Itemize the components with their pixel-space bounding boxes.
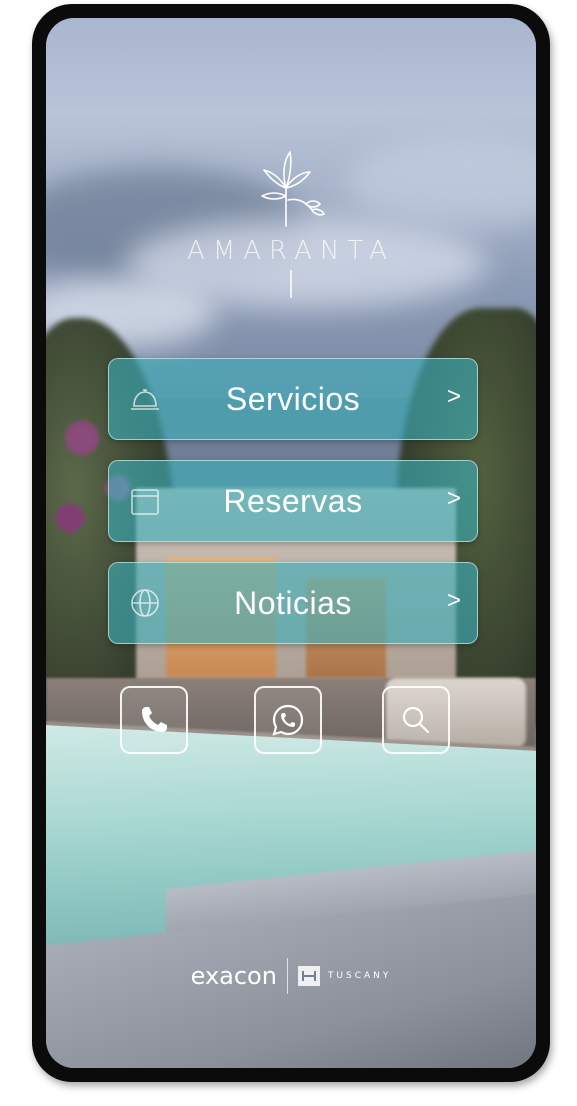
brand-name: AMARANTA <box>187 236 395 266</box>
tuscany-wordmark: TUSCANY <box>327 971 392 981</box>
chevron-right-icon: > <box>446 485 461 512</box>
leaf-branch-icon <box>261 151 325 227</box>
noticias-label: Noticias <box>234 584 352 621</box>
noticias-button[interactable]: Noticias > <box>108 562 478 644</box>
brand-divider-line <box>290 270 292 298</box>
calendar-icon <box>131 489 159 515</box>
exacon-wordmark: exacon <box>190 962 277 990</box>
footer-divider <box>286 958 288 994</box>
brand-header: AMARANTA <box>46 148 536 298</box>
phone-frame: AMARANTA Servicios > Reservas > Noticias… <box>32 4 550 1082</box>
reception-bell-icon <box>131 389 159 410</box>
chevron-right-icon: > <box>446 383 461 410</box>
servicios-button[interactable]: Servicios > <box>108 358 478 440</box>
footer-logos: exacon TUSCANY <box>46 958 536 994</box>
tuscany-mark-icon <box>297 966 320 986</box>
phone-icon <box>142 707 167 732</box>
whatsapp-button[interactable] <box>254 686 322 754</box>
phone-button[interactable] <box>120 686 188 754</box>
app-screen: AMARANTA Servicios > Reservas > Noticias… <box>46 18 536 1068</box>
whatsapp-icon <box>272 704 304 736</box>
chevron-right-icon: > <box>446 587 461 614</box>
reservas-label: Reservas <box>223 482 363 519</box>
servicios-label: Servicios <box>225 380 361 417</box>
search-button[interactable] <box>382 686 450 754</box>
reservas-button[interactable]: Reservas > <box>108 460 478 542</box>
search-icon <box>402 706 430 734</box>
tuscany-logo: TUSCANY <box>297 966 392 986</box>
globe-icon <box>131 589 159 617</box>
exacon-logo: exacon <box>191 962 277 990</box>
